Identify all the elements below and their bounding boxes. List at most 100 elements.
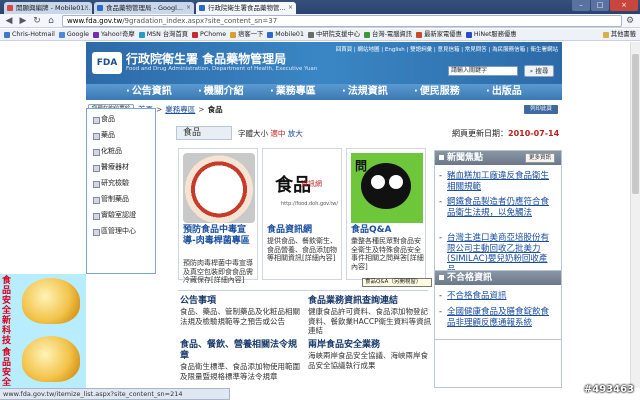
info-cross-strait[interactable]: 兩岸食品安全業務 海峽兩岸食品安全協議、海峽兩岸食品安全協議執行成果	[308, 340, 432, 370]
card-botulism[interactable]: 預防食品中毒宣導-肉毒桿菌專區 預防肉毒桿菌中毒宣導及真空包裝即食食品需冷藏保存…	[178, 148, 258, 284]
side-item-cosmetics[interactable]: 化粧品	[93, 145, 122, 158]
scrollbar[interactable]	[630, 42, 640, 388]
bookmark-item[interactable]: PChome	[192, 29, 226, 40]
breadcrumb-bar: 您現在的位置於 首頁>業務專區>食品 列印此頁	[86, 100, 562, 120]
bookmark-item[interactable]: Chris-Hotmail	[4, 29, 55, 40]
mascot-eye	[389, 175, 403, 189]
search-button[interactable]: ⌕ 搜尋	[524, 65, 554, 77]
food-info-logo: 食品 資訊網 http://food.doh.gov.tw/	[267, 153, 339, 223]
browser-tab-2[interactable]: 食品藥物管理局 - Googl... ×	[94, 2, 194, 14]
home-icon[interactable]: ⌂	[46, 16, 56, 26]
font-size-control: 字體大小 適中 放大	[238, 129, 303, 138]
side-item-food[interactable]: 食品	[93, 113, 115, 126]
tab-close-icon[interactable]: ×	[186, 2, 191, 14]
card-desc: 彙整各種民眾對食品安全衛生及特殊食品安全事件相關之問與答[詳細內容]	[351, 237, 424, 271]
side-item-controlled[interactable]: 管制藥品	[93, 193, 129, 206]
bookmark-item[interactable]: Google	[58, 29, 89, 40]
favicon-icon	[7, 5, 13, 11]
card-desc: 提供食品、餐飲衛生、食品營養、食品添加物等相關資訊[詳細內容]	[267, 237, 337, 263]
section-header: 食品 字體大小 適中 放大	[176, 126, 436, 140]
forward-icon[interactable]: ▶	[18, 16, 28, 26]
nav-item-publications[interactable]: 出版品	[486, 84, 522, 100]
close-window-icon[interactable]: ×	[610, 0, 638, 11]
more-news-button[interactable]: 更多資訊	[525, 153, 555, 163]
noncompliance-header: 不合格資訊	[435, 271, 561, 285]
divider	[178, 290, 428, 291]
wrench-menu-icon[interactable]: ⚙	[626, 16, 636, 26]
update-date: 網頁更新日期：2010-07-14	[452, 129, 560, 138]
news-item[interactable]: 鋼鐵食品製造者仍應符合食品衛生法規，以免觸法	[439, 197, 555, 218]
news-item[interactable]: 豬血糕加工廠違反食品衛生相關規範	[439, 171, 555, 192]
address-bar[interactable]: www.fda.gov.tw/9gradation_index.aspx?sit…	[62, 15, 622, 27]
news-item[interactable]: 台灣主進口美商亞培股份有限公司主動回收乙批美力(SIMILAC)嬰兒奶粉回收產品	[439, 233, 555, 275]
maximize-icon[interactable]: □	[591, 0, 609, 11]
info-announcements[interactable]: 公告事項 食品、藥品、管制藥品及化粧品相關法規及檢驗規範等之預告或公告	[180, 296, 304, 326]
card-title[interactable]: 食品Q&A	[351, 225, 425, 236]
main-nav: 公告資訊 機關介紹 業務專區 法規資訊 便民服務 出版品	[86, 84, 562, 100]
nav-item-regulations[interactable]: 法規資訊	[342, 84, 388, 100]
news-item[interactable]: 全國健康食品及膳食錠飲食品非理顧反應通報系統	[439, 307, 555, 328]
page-content: FDA 行政院衛生署 食品藥物管理局 Food and Drug Adminis…	[86, 42, 562, 388]
news-header: 新聞焦點 更多資訊	[435, 151, 561, 165]
watermark: #493463	[583, 384, 634, 395]
side-item-regional[interactable]: 區管理中心	[93, 225, 136, 238]
promo-banner[interactable]: 食品安全 新科技 食品安全	[0, 274, 86, 388]
nav-item-about[interactable]: 機關介紹	[198, 84, 244, 100]
info-links[interactable]: 食品業務資訊查詢連結 健康食品許可資料、食品添加物登記資料、餐飲業HACCP衛生…	[308, 296, 432, 336]
bookmark-item[interactable]: 中研院支援中心	[307, 29, 360, 40]
site-header: FDA 行政院衛生署 食品藥物管理局 Food and Drug Adminis…	[86, 42, 562, 84]
bookmark-item[interactable]: 最新家電優惠	[416, 29, 462, 40]
dessert-image	[22, 336, 80, 382]
card-food-info[interactable]: 食品 資訊網 http://food.doh.gov.tw/ 食品資訊網 提供食…	[262, 148, 342, 280]
top-links[interactable]: 回首頁 | 網站地圖 | English | 雙語詞彙 | 意見信箱 | 常見問…	[336, 45, 558, 53]
mascot-eye	[371, 175, 385, 189]
favicon-icon	[199, 5, 205, 11]
promo-text: 食品安全	[2, 276, 12, 316]
side-item-drugs[interactable]: 藥品	[93, 129, 115, 142]
window-controls: – □ ×	[572, 0, 638, 12]
browser-tab-3-active[interactable]: 行政院衛生署食品藥物管... ×	[196, 2, 296, 14]
card-title[interactable]: 預防食品中毒宣導-肉毒桿菌專區	[183, 225, 257, 247]
card-food-qa[interactable]: 問 食品Q&A 彙整各種民眾對食品安全衛生及特殊食品安全事件相關之問與答[詳細內…	[346, 148, 426, 280]
site-title: 行政院衛生署 食品藥物管理局	[126, 52, 287, 66]
square-icon	[439, 275, 444, 280]
font-size-normal[interactable]: 適中	[270, 129, 285, 138]
tab-close-icon[interactable]: ×	[84, 2, 89, 14]
search-input[interactable]: 請輸入關鍵字	[448, 66, 518, 76]
news-item[interactable]: 不合格食品資訊	[439, 291, 555, 302]
side-nav: 食品 藥品 化粧品 醫療器材 研究檢驗 管制藥品 實驗室認證 區管理中心	[86, 108, 156, 274]
bookmark-item[interactable]: 痞客一下	[230, 29, 263, 40]
reload-icon[interactable]: ↻	[32, 16, 42, 26]
bookmark-item[interactable]: 台灣-電腦資訊	[364, 29, 412, 40]
print-button[interactable]: 列印此頁	[524, 105, 558, 114]
promo-text: 食品安全	[2, 348, 12, 388]
scrollbar-thumb[interactable]	[632, 54, 639, 194]
browser-tab-bar: 開顯興編牌 - Mobile01... × 食品藥物管理局 - Googl...…	[0, 0, 640, 14]
section-label: 食品	[176, 126, 232, 140]
qa-mascot-image: 問	[351, 153, 423, 223]
bookmark-item[interactable]: MSN 台灣首頁	[138, 29, 188, 40]
tooltip: 食品Q&A（另開視窗）	[362, 278, 432, 287]
browser-tab-1[interactable]: 開顯興編牌 - Mobile01... ×	[4, 2, 92, 14]
bookmark-item[interactable]: HiNet服務優惠	[465, 29, 517, 40]
favicon-icon	[97, 5, 103, 11]
nav-item-services[interactable]: 便民服務	[414, 84, 460, 100]
tab-close-icon[interactable]: ×	[288, 2, 293, 14]
back-icon[interactable]: ◀	[4, 16, 14, 26]
side-item-labs[interactable]: 實驗室認證	[93, 209, 136, 222]
side-item-research[interactable]: 研究檢驗	[93, 177, 129, 190]
status-bar: www.fda.gov.tw/itemize_list.aspx?site_co…	[0, 388, 230, 400]
side-item-devices[interactable]: 醫療器材	[93, 161, 129, 174]
info-regulations[interactable]: 食品、餐飲、營養相關法令規章 食品衛生標準、食品添加物使用範圍及限量暨規格標準等…	[180, 340, 304, 381]
minimize-icon[interactable]: –	[572, 0, 590, 11]
bookmark-item[interactable]: Yahoo!奇摩	[93, 29, 135, 40]
fda-logo[interactable]: FDA	[92, 52, 122, 74]
nav-item-business[interactable]: 業務專區	[270, 84, 316, 100]
breadcrumb-section[interactable]: 業務專區	[165, 105, 195, 114]
other-bookmarks[interactable]: 其他書籤	[602, 29, 636, 40]
card-title[interactable]: 食品資訊網	[267, 225, 341, 236]
bookmark-item[interactable]: Mobile01	[267, 29, 304, 40]
bookmarks-bar: Chris-Hotmail Google Yahoo!奇摩 MSN 台灣首頁 PChom…	[0, 29, 640, 41]
nav-item-announcements[interactable]: 公告資訊	[126, 84, 172, 100]
font-size-large[interactable]: 放大	[288, 129, 303, 138]
